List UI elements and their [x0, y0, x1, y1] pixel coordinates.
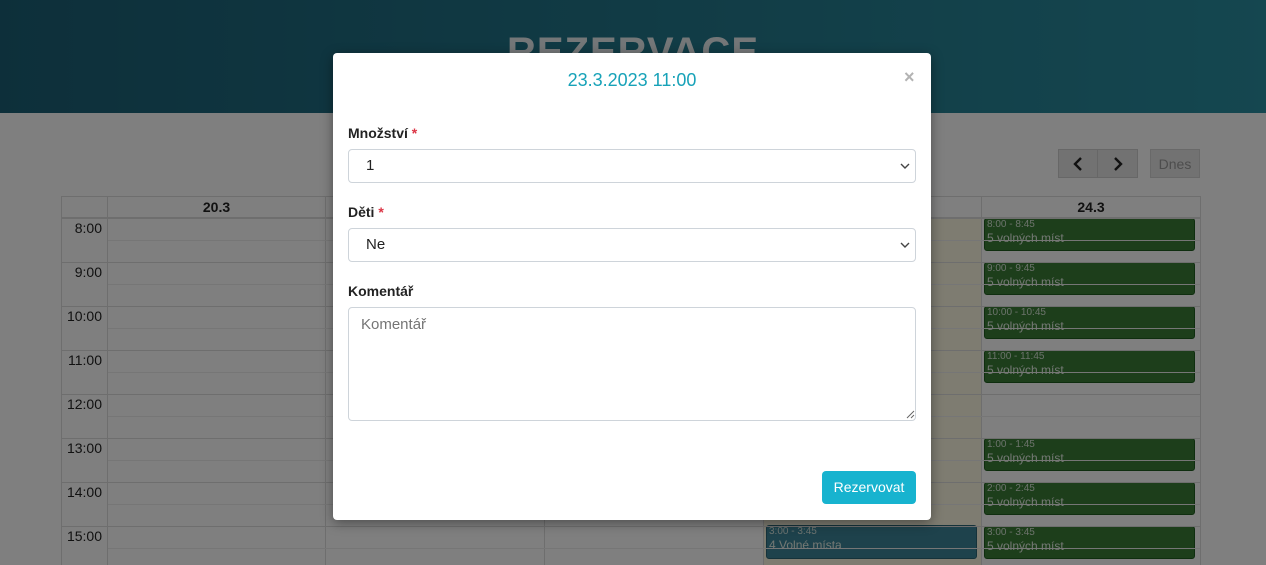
quantity-select[interactable]: 1 — [348, 149, 916, 183]
close-icon[interactable]: × — [904, 67, 915, 88]
quantity-select-value: 1 — [366, 157, 375, 174]
required-marker: * — [378, 204, 384, 220]
reservation-modal: 23.3.2023 11:00 × Množství * 1 Děti * Ne… — [333, 53, 931, 520]
quantity-label: Množství * — [348, 125, 417, 141]
comment-textarea[interactable] — [348, 307, 916, 421]
comment-label: Komentář — [348, 283, 414, 299]
reserve-button[interactable]: Rezervovat — [822, 471, 916, 504]
children-select-value: Ne — [366, 236, 386, 253]
quantity-label-text: Množství — [348, 125, 408, 141]
required-marker: * — [411, 125, 418, 141]
resize-handle-icon[interactable] — [906, 410, 915, 419]
children-label-text: Děti — [348, 204, 375, 220]
chevron-down-icon — [900, 242, 910, 248]
chevron-down-icon — [900, 163, 910, 169]
modal-title: 23.3.2023 11:00 — [567, 70, 697, 90]
children-select[interactable]: Ne — [348, 228, 916, 262]
children-label: Děti * — [348, 204, 384, 220]
